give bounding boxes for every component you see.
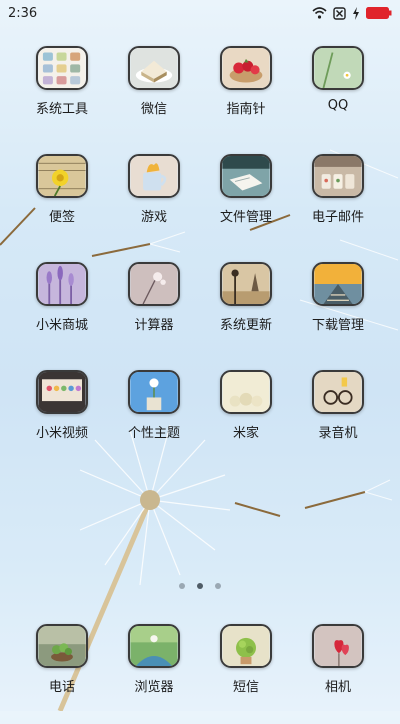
app-themes[interactable]: 个性主题 [108, 370, 200, 470]
wifi-icon [312, 7, 327, 19]
dock-phone[interactable]: 电话 [16, 624, 108, 724]
app-label: 电话 [48, 680, 75, 695]
app-calculator[interactable]: 计算器 [108, 262, 200, 362]
app-recorder[interactable]: 录音机 [292, 370, 384, 470]
status-bar: 2:36 [0, 0, 400, 26]
dock-messages[interactable]: 短信 [200, 624, 292, 724]
camera-icon [312, 624, 364, 668]
system-update-icon [220, 262, 272, 306]
app-label: 电子邮件 [311, 210, 364, 225]
page-indicator [0, 583, 400, 589]
app-label: 短信 [232, 680, 259, 695]
phone-icon [36, 624, 88, 668]
app-downloads[interactable]: 下载管理 [292, 262, 384, 362]
app-email[interactable]: 电子邮件 [292, 154, 384, 254]
app-label: 小米商城 [35, 318, 88, 333]
app-compass[interactable]: 指南针 [200, 46, 292, 146]
app-qq[interactable]: QQ [292, 46, 384, 146]
downloads-icon [312, 262, 364, 306]
dock: 电话 浏览器 短信 相机 [0, 620, 400, 711]
app-label: 浏览器 [134, 680, 174, 695]
dock-browser[interactable]: 浏览器 [108, 624, 200, 724]
page-dot[interactable] [215, 583, 221, 589]
app-label: 指南针 [226, 102, 266, 117]
notes-icon [36, 154, 88, 198]
clock: 2:36 [8, 5, 38, 21]
file-manager-icon [220, 154, 272, 198]
tools-folder-icon [36, 46, 88, 90]
sim-disabled-icon [333, 6, 346, 20]
recorder-icon [312, 370, 364, 414]
app-notes[interactable]: 便签 [16, 154, 108, 254]
qq-icon [312, 46, 364, 90]
app-wechat[interactable]: 微信 [108, 46, 200, 146]
app-system-update[interactable]: 系统更新 [200, 262, 292, 362]
compass-icon [220, 46, 272, 90]
app-mi-home[interactable]: 米家 [200, 370, 292, 470]
app-mi-store[interactable]: 小米商城 [16, 262, 108, 362]
app-label: 系统更新 [219, 318, 272, 333]
app-label: 微信 [140, 102, 167, 117]
app-label: 个性主题 [127, 426, 180, 441]
mi-video-icon [36, 370, 88, 414]
page-dot[interactable] [179, 583, 185, 589]
games-icon [128, 154, 180, 198]
app-label: 文件管理 [219, 210, 272, 225]
app-label: 米家 [232, 426, 259, 441]
app-label: 小米视频 [35, 426, 88, 441]
mi-store-icon [36, 262, 88, 306]
wechat-icon [128, 46, 180, 90]
app-system-tools[interactable]: 系统工具 [16, 46, 108, 146]
app-label: 下载管理 [311, 318, 364, 333]
email-icon [312, 154, 364, 198]
app-label: 计算器 [134, 318, 174, 333]
mi-home-icon [220, 370, 272, 414]
app-games[interactable]: 游戏 [108, 154, 200, 254]
themes-icon [128, 370, 180, 414]
messages-icon [220, 624, 272, 668]
battery-low-icon [366, 7, 392, 19]
app-label: 相机 [324, 680, 351, 695]
app-label: 系统工具 [35, 102, 88, 117]
app-label: 游戏 [140, 210, 167, 225]
dock-camera[interactable]: 相机 [292, 624, 384, 724]
calculator-icon [128, 262, 180, 306]
app-label: 录音机 [318, 426, 358, 441]
browser-icon [128, 624, 180, 668]
app-mi-video[interactable]: 小米视频 [16, 370, 108, 470]
app-file-manager[interactable]: 文件管理 [200, 154, 292, 254]
app-label: QQ [327, 98, 349, 113]
charging-icon [353, 6, 359, 20]
page-dot-current[interactable] [197, 583, 203, 589]
app-label: 便签 [48, 210, 75, 225]
